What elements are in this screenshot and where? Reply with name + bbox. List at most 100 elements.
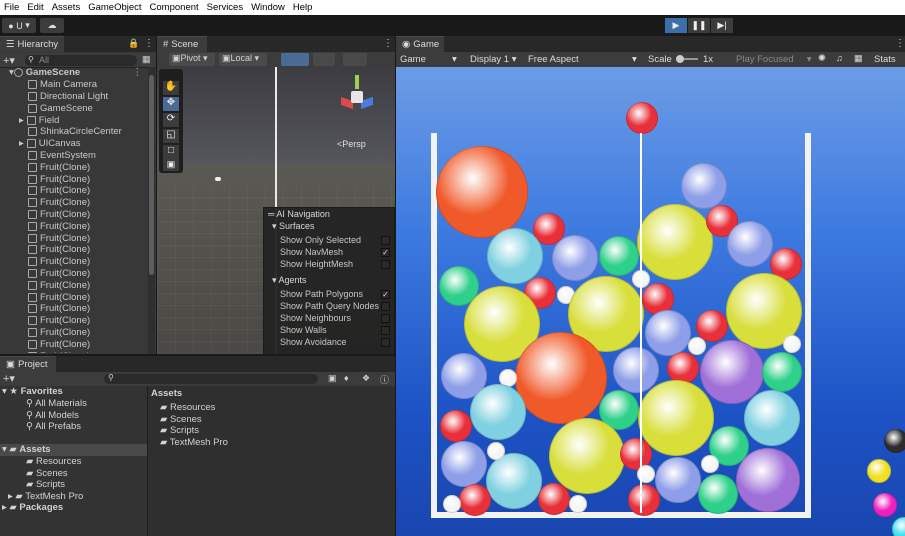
- checkbox[interactable]: ✓: [381, 290, 390, 300]
- asset-folder-item[interactable]: ▰ Scripts: [160, 425, 199, 436]
- hierarchy-scrollbar[interactable]: [148, 67, 155, 354]
- packages-node[interactable]: ▸ ▰ Packages: [0, 502, 147, 514]
- favorites-node[interactable]: ▾ ★ Favorites: [0, 386, 147, 398]
- checkbox[interactable]: [381, 236, 390, 245]
- asset-folder[interactable]: ▰ Scenes: [0, 468, 147, 480]
- assets-breadcrumb[interactable]: Assets: [151, 388, 182, 399]
- search-input[interactable]: ⚲ All: [25, 55, 137, 66]
- play-focused-dropdown[interactable]: Play Focused ▾: [736, 54, 812, 65]
- add-icon[interactable]: +▾: [3, 372, 15, 385]
- ai-nav-option[interactable]: Show HeightMesh: [280, 259, 353, 269]
- hierarchy-item[interactable]: Fruit(Clone): [0, 161, 148, 173]
- collapse-arrow-icon[interactable]: ▾: [272, 221, 279, 231]
- hierarchy-item[interactable]: ▸ Field: [0, 114, 148, 126]
- scene-viewport[interactable]: ✋ ✥ ⟳ ◱ □ ▣ <Persp ═ AI Navigation ▾ Surf…: [157, 67, 395, 354]
- hierarchy-item[interactable]: Fruit(Clone): [0, 232, 148, 244]
- ai-nav-section-agents[interactable]: ▾ Agents: [272, 275, 307, 286]
- asset-folder[interactable]: ▰ Resources: [0, 456, 147, 468]
- more-icon[interactable]: ⋮: [144, 38, 154, 49]
- asset-folder[interactable]: ▰ Scripts: [0, 479, 147, 491]
- tag-icon[interactable]: ❖: [362, 373, 370, 384]
- ai-nav-section-obstacles[interactable]: ▾ Obstacles: [272, 353, 319, 354]
- account-dropdown[interactable]: ● U ▾: [2, 18, 36, 33]
- scene-gizmo-icon[interactable]: [335, 75, 379, 119]
- asset-folder-item[interactable]: ▰ TextMesh Pro: [160, 437, 228, 448]
- hierarchy-item[interactable]: EventSystem: [0, 150, 148, 162]
- pivot-dropdown[interactable]: ▣Pivot ▾: [169, 53, 215, 66]
- hierarchy-item[interactable]: Fruit(Clone): [0, 268, 148, 280]
- hierarchy-item[interactable]: Fruit(Clone): [0, 209, 148, 221]
- checkbox[interactable]: [381, 325, 390, 335]
- snap-button[interactable]: [313, 53, 335, 66]
- game-viewport[interactable]: [396, 67, 905, 536]
- pause-button[interactable]: ❚❚: [688, 18, 710, 33]
- hierarchy-item[interactable]: Directional Light: [0, 91, 148, 103]
- grid-snap-button[interactable]: [281, 53, 309, 66]
- hierarchy-item[interactable]: Fruit(Clone): [0, 350, 148, 353]
- hierarchy-scene-root[interactable]: ▾ GameScene ⋮: [0, 67, 148, 79]
- display-dropdown[interactable]: Display 1 ▾: [470, 54, 517, 65]
- hierarchy-item[interactable]: Fruit(Clone): [0, 315, 148, 327]
- hierarchy-item[interactable]: GameScene: [0, 102, 148, 114]
- favorite-item[interactable]: ⚲ All Models: [0, 410, 147, 422]
- filter-type-icon[interactable]: ▣: [328, 373, 337, 384]
- hierarchy-item[interactable]: ShinkaCircleCenter: [0, 126, 148, 138]
- transform-tool-icon[interactable]: ▣: [163, 159, 179, 171]
- menu-item-window[interactable]: Window: [251, 2, 285, 13]
- persp-label[interactable]: <Persp: [337, 139, 366, 149]
- hierarchy-item[interactable]: Main Camera: [0, 79, 148, 91]
- scale-slider[interactable]: [676, 55, 698, 63]
- play-button[interactable]: ▶: [665, 18, 687, 33]
- checkbox[interactable]: [381, 259, 390, 269]
- checkbox[interactable]: [381, 302, 390, 312]
- ai-nav-section-surfaces[interactable]: ▾ Surfaces: [272, 221, 315, 232]
- increment-snap-button[interactable]: [343, 53, 367, 66]
- checkbox[interactable]: [381, 314, 390, 323]
- menu-item-component[interactable]: Component: [150, 2, 199, 13]
- hierarchy-item[interactable]: Fruit(Clone): [0, 244, 148, 256]
- tab-project[interactable]: ▣ Project: [0, 356, 56, 372]
- aspect-dropdown[interactable]: Free Aspect: [528, 54, 579, 65]
- hierarchy-item[interactable]: Fruit(Clone): [0, 185, 148, 197]
- hierarchy-item[interactable]: Fruit(Clone): [0, 173, 148, 185]
- game-mode-dropdown[interactable]: Game: [400, 54, 426, 65]
- ai-nav-option[interactable]: Show NavMesh: [280, 247, 343, 257]
- menu-item-file[interactable]: File: [4, 2, 19, 13]
- lock-icon[interactable]: 🔒: [128, 38, 139, 49]
- local-dropdown[interactable]: ▣Local ▾: [219, 53, 267, 66]
- tab-scene[interactable]: # Scene: [157, 36, 207, 52]
- hierarchy-item[interactable]: Fruit(Clone): [0, 303, 148, 315]
- checkbox[interactable]: [381, 337, 390, 347]
- assets-node[interactable]: ▾ ▰ Assets: [0, 444, 147, 456]
- tab-hierarchy[interactable]: ☰ Hierarchy: [0, 36, 64, 52]
- asset-folder[interactable]: ▸ ▰ TextMesh Pro: [0, 491, 147, 503]
- checkbox[interactable]: ✓: [381, 247, 390, 257]
- expand-arrow-icon[interactable]: ▸: [19, 115, 24, 126]
- rect-tool-icon[interactable]: □: [163, 145, 179, 159]
- hierarchy-item[interactable]: Fruit(Clone): [0, 338, 148, 350]
- filter-label-icon[interactable]: ♦: [344, 373, 349, 383]
- collapse-arrow-icon[interactable]: ▾: [272, 353, 279, 354]
- menu-item-gameobject[interactable]: GameObject: [88, 2, 141, 13]
- hierarchy-item[interactable]: Fruit(Clone): [0, 327, 148, 339]
- hierarchy-item[interactable]: ▸ UICanvas: [0, 138, 148, 150]
- gizmo-toggle-icon[interactable]: ▦: [854, 53, 863, 64]
- menu-item-assets[interactable]: Assets: [52, 2, 81, 13]
- scroll-thumb[interactable]: [149, 75, 154, 275]
- asset-folder-item[interactable]: ▰ Resources: [160, 402, 215, 413]
- step-button[interactable]: ▶|: [711, 18, 733, 33]
- scale-tool-icon[interactable]: ◱: [163, 129, 179, 143]
- bug-icon[interactable]: ✺: [818, 53, 826, 64]
- menu-item-help[interactable]: Help: [293, 2, 313, 13]
- ai-nav-option[interactable]: Show Path Polygons: [280, 289, 363, 299]
- add-icon[interactable]: +▾: [3, 54, 15, 67]
- asset-folder-item[interactable]: ▰ Scenes: [160, 414, 202, 425]
- expand-arrow-icon[interactable]: ▸: [19, 138, 24, 149]
- ai-nav-option[interactable]: Show Avoidance: [280, 337, 346, 347]
- rotate-tool-icon[interactable]: ⟳: [163, 113, 179, 127]
- ai-nav-option[interactable]: Show Walls: [280, 325, 327, 335]
- favorite-item[interactable]: ⚲ All Materials: [0, 398, 147, 410]
- hierarchy-item[interactable]: Fruit(Clone): [0, 279, 148, 291]
- ai-nav-option[interactable]: Show Only Selected: [280, 235, 361, 245]
- menu-item-services[interactable]: Services: [207, 2, 243, 13]
